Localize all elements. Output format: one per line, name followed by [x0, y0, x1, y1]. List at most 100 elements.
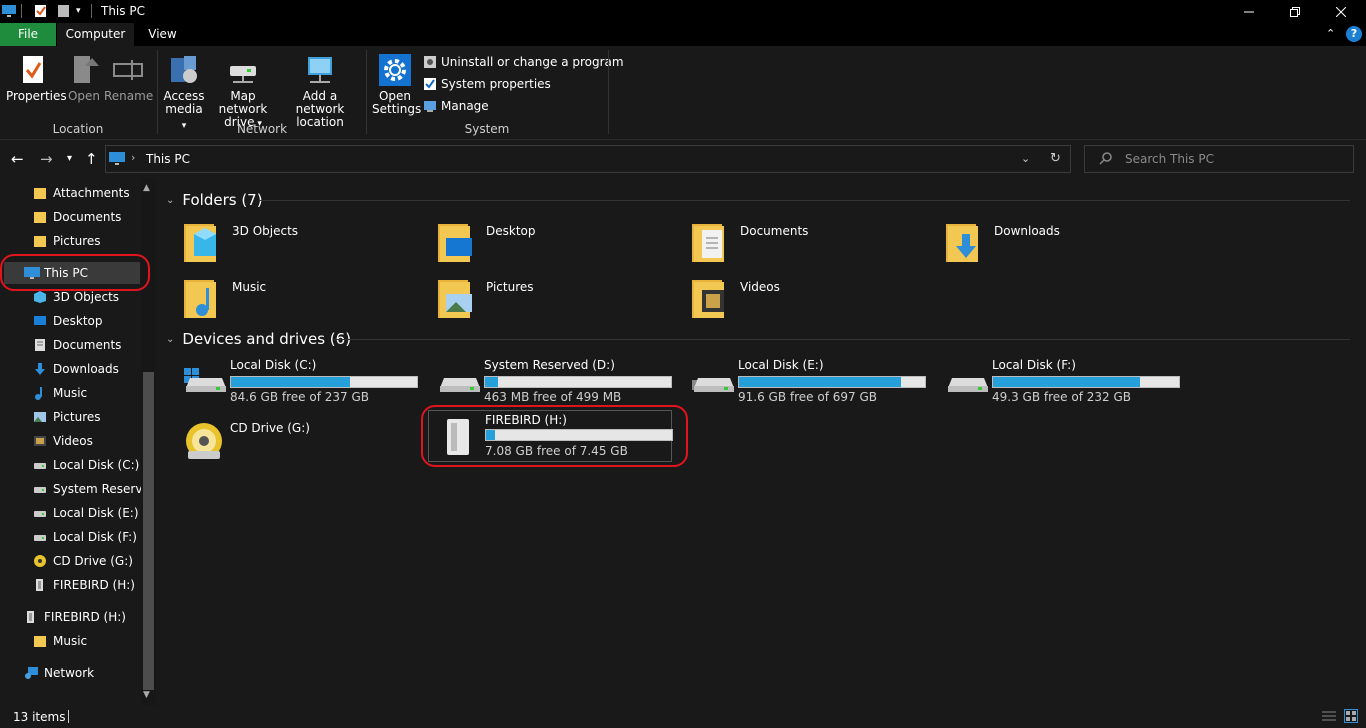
folder-name: Music	[232, 280, 267, 294]
tab-computer[interactable]: Computer	[57, 23, 134, 46]
up-button[interactable]: ↑	[85, 150, 98, 168]
breadcrumb-this-pc[interactable]: This PC	[146, 152, 190, 166]
nav-item-firebird-h[interactable]: FIREBIRD (H:)	[33, 574, 141, 596]
nav-item-music[interactable]: Music	[33, 382, 141, 404]
folder-tile-desktop[interactable]: Desktop	[434, 218, 684, 270]
help-icon[interactable]: ?	[1346, 26, 1362, 42]
nav-item-3d-objects[interactable]: 3D Objects	[33, 286, 141, 308]
downloads-icon	[33, 362, 47, 376]
minimize-button[interactable]	[1226, 0, 1272, 23]
restore-button[interactable]	[1272, 0, 1318, 23]
collapse-ribbon-icon[interactable]: ⌃	[1326, 27, 1335, 40]
nav-item-pictures[interactable]: Pictures	[33, 230, 141, 252]
breadcrumb-separator-icon: ›	[131, 151, 136, 164]
back-button[interactable]: ←	[11, 150, 24, 168]
map-drive-label-1: Map network	[218, 89, 268, 116]
nav-item-local-disk-e[interactable]: Local Disk (E:)	[33, 502, 141, 524]
title-bar: ▾ This PC	[0, 0, 1366, 23]
tab-file[interactable]: File	[0, 23, 56, 46]
drives-header-text: Devices and drives (6)	[182, 330, 352, 348]
folder-name: Downloads	[994, 224, 1060, 238]
quick-access-dropdown-icon[interactable]: ▾	[76, 4, 90, 18]
folder-tile-videos[interactable]: Videos	[688, 274, 938, 326]
search-box[interactable]: Search This PC	[1084, 145, 1354, 173]
computer-icon	[109, 152, 125, 169]
nav-item-cd-drive-g[interactable]: CD Drive (G:)	[33, 550, 141, 572]
forward-button[interactable]: →	[40, 150, 53, 168]
nav-item-documents[interactable]: Documents	[33, 206, 141, 228]
nav-item-network[interactable]: Network	[24, 662, 141, 684]
properties-icon	[18, 54, 50, 86]
folder-name: Documents	[740, 224, 809, 238]
drive-tile-local-disk-e[interactable]: Local Disk (E:) 91.6 GB free of 697 GB	[688, 354, 938, 408]
drive-usage-bar	[992, 376, 1180, 388]
close-button[interactable]	[1318, 0, 1364, 23]
manage-button[interactable]: Manage	[423, 96, 489, 116]
folder-tile-music[interactable]: Music	[180, 274, 430, 326]
drives-section-header[interactable]: ⌄ Devices and drives (6)	[166, 329, 1356, 349]
address-bar[interactable]: › This PC ⌄ ↻	[105, 145, 1071, 173]
nav-item-system-reserved[interactable]: System Reserved	[33, 478, 141, 500]
folder-tile-downloads[interactable]: Downloads	[942, 218, 1192, 270]
uninstall-program-button[interactable]: Uninstall or change a program	[423, 52, 624, 72]
ribbon-tabs: File Computer View ⌃ ?	[0, 23, 1366, 46]
drive-free-space: 7.08 GB free of 7.45 GB	[485, 444, 628, 458]
nav-item-label: Music	[53, 386, 88, 400]
new-folder-quick-icon[interactable]	[57, 4, 71, 18]
details-view-icon[interactable]	[1322, 710, 1336, 725]
drive-free-space: 49.3 GB free of 232 GB	[992, 390, 1131, 404]
drive-free-space: 91.6 GB free of 697 GB	[738, 390, 877, 404]
nav-item-music[interactable]: Music	[33, 630, 141, 652]
music-icon	[33, 386, 47, 400]
system-properties-button[interactable]: System properties	[423, 74, 551, 94]
map-network-drive-button[interactable]: Map network drive ▾	[207, 54, 279, 131]
nav-item-videos[interactable]: Videos	[33, 430, 141, 452]
hard-drive-icon	[946, 366, 988, 394]
usb-drive-icon	[33, 578, 47, 592]
nav-item-downloads[interactable]: Downloads	[33, 358, 141, 380]
drive-free-space: 84.6 GB free of 237 GB	[230, 390, 369, 404]
drive-tile-cd-drive-g[interactable]: CD Drive (G:)	[180, 417, 430, 471]
folder-tile-documents[interactable]: Documents	[688, 218, 938, 270]
folder-name: Desktop	[486, 224, 536, 238]
folders-section-header[interactable]: ⌄ Folders (7)	[166, 190, 1356, 210]
system-properties-label: System properties	[441, 77, 551, 91]
nav-item-local-disk-f[interactable]: Local Disk (F:)	[33, 526, 141, 548]
network-icon	[24, 666, 38, 680]
nav-item-label: System Reserved	[53, 482, 141, 496]
refresh-icon[interactable]: ↻	[1050, 151, 1061, 166]
drive-name: Local Disk (C:)	[230, 358, 317, 372]
nav-item-pictures[interactable]: Pictures	[33, 406, 141, 428]
drive-tile-system-reserved-d[interactable]: System Reserved (D:) 463 MB free of 499 M…	[434, 354, 684, 408]
drive-tile-firebird-h[interactable]: FIREBIRD (H:) 7.08 GB free of 7.45 GB	[428, 410, 673, 462]
scroll-up-icon[interactable]: ▲	[143, 183, 150, 193]
folder-tile-3d-objects[interactable]: 3D Objects	[180, 218, 430, 270]
drive-icon	[33, 458, 47, 472]
rename-button[interactable]: Rename	[104, 54, 153, 103]
properties-quick-icon[interactable]	[34, 4, 48, 18]
nav-item-label: Music	[53, 634, 88, 648]
item-count: 13 items	[13, 710, 66, 724]
nav-item-desktop[interactable]: Desktop	[33, 310, 141, 332]
nav-item-local-disk-c[interactable]: Local Disk (C:)	[33, 454, 141, 476]
recent-locations-dropdown-icon[interactable]: ▾	[67, 153, 72, 164]
nav-item-firebird-h[interactable]: FIREBIRD (H:)	[24, 606, 141, 628]
system-group-label: System	[464, 122, 510, 136]
drive-tile-local-disk-f[interactable]: Local Disk (F:) 49.3 GB free of 232 GB	[942, 354, 1192, 408]
properties-button[interactable]: Properties	[6, 54, 67, 103]
uninstall-label: Uninstall or change a program	[441, 55, 624, 69]
nav-item-documents[interactable]: Documents	[33, 334, 141, 356]
nav-item-attachments[interactable]: Attachments	[33, 182, 141, 204]
nav-item-this-pc[interactable]: This PC	[4, 262, 140, 284]
drive-tile-local-disk-c[interactable]: Local Disk (C:) 84.6 GB free of 237 GB	[180, 354, 430, 408]
address-dropdown-icon[interactable]: ⌄	[1021, 152, 1030, 165]
add-network-location-button[interactable]: Add a network location	[281, 54, 359, 129]
open-settings-button[interactable]: Open Settings	[372, 54, 421, 116]
tab-view[interactable]: View	[135, 23, 190, 46]
nav-scrollbar-thumb[interactable]	[143, 372, 154, 690]
large-icons-view-icon[interactable]	[1344, 709, 1358, 723]
scroll-down-icon[interactable]: ▼	[143, 690, 150, 700]
open-button[interactable]: Open	[66, 54, 102, 103]
pictures-icon	[33, 410, 47, 424]
folder-tile-pictures[interactable]: Pictures	[434, 274, 684, 326]
